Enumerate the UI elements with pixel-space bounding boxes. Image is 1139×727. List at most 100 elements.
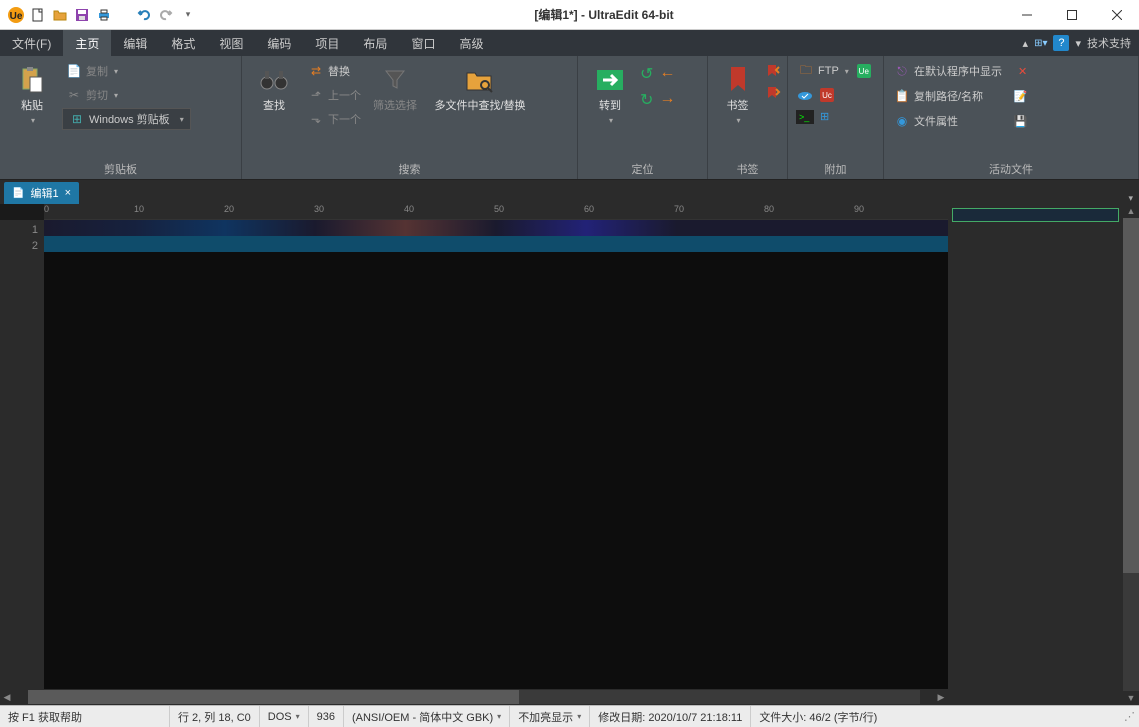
menu-tab-advanced[interactable]: 高级 bbox=[447, 30, 495, 56]
replace-icon: ⇄ bbox=[308, 63, 324, 79]
editor-main: 0102030405060708090 1 2 ◀ ▶ bbox=[0, 204, 948, 705]
new-file-icon[interactable] bbox=[28, 5, 48, 25]
open-in-default-button[interactable]: ⎋ 在默认程序中显示 ✕ bbox=[890, 60, 1031, 82]
terminal-icon[interactable]: >_ bbox=[796, 110, 814, 124]
funnel-icon bbox=[379, 64, 411, 96]
status-bar: 按 F1 获取帮助 行 2, 列 18, C0 DOS▾ 936 (ANSI/O… bbox=[0, 705, 1139, 727]
qat-dropdown-icon[interactable]: ▾ bbox=[178, 5, 198, 25]
ruler: 0102030405060708090 bbox=[44, 204, 948, 220]
help-icon[interactable]: ? bbox=[1053, 35, 1069, 51]
help-dropdown-icon[interactable]: ▾ bbox=[1075, 37, 1081, 50]
ribbon-group-goto: 转到 ▾ ↺ ← ↻ → 定位 bbox=[578, 56, 708, 179]
menu-tab-file[interactable]: 文件(F) bbox=[0, 30, 63, 56]
status-filesize: 文件大小: 46/2 (字节/行) bbox=[751, 706, 1120, 727]
external-app-icon: ⎋ bbox=[894, 63, 910, 79]
svg-text:>_: >_ bbox=[799, 112, 810, 122]
uc-icon[interactable]: Uc bbox=[820, 88, 834, 102]
status-codepage[interactable]: 936 bbox=[309, 706, 344, 727]
title-bar: Ue ▾ [编辑1*] - UltraEdit 64-bit bbox=[0, 0, 1139, 30]
windows-icon: ⊞ bbox=[69, 111, 85, 127]
windows-clipboard-button[interactable]: ⊞ Windows 剪贴板 ▾ bbox=[62, 108, 191, 130]
replace-button[interactable]: ⇄ 替换 bbox=[304, 60, 365, 82]
nav-back-orange-icon[interactable]: ← bbox=[659, 64, 675, 84]
document-tab[interactable]: 📄 编辑1 × bbox=[4, 182, 79, 204]
minimize-button[interactable] bbox=[1004, 0, 1049, 29]
menu-tab-encoding[interactable]: 编码 bbox=[255, 30, 303, 56]
menu-tab-project[interactable]: 项目 bbox=[303, 30, 351, 56]
find-button[interactable]: 查找 bbox=[248, 60, 300, 116]
copy-path-icon: 📋 bbox=[894, 88, 910, 104]
open-file-icon[interactable] bbox=[50, 5, 70, 25]
minimap[interactable] bbox=[948, 204, 1123, 705]
ribbon-group-clipboard: 粘贴 ▾ 📄 复制▾ ✂ 剪切▾ ⊞ Windows 剪贴板 ▾ 剪贴板 bbox=[0, 56, 242, 179]
bookmark-prev-icon[interactable] bbox=[765, 64, 781, 78]
next-icon: ⬎ bbox=[308, 111, 324, 127]
status-lineending[interactable]: DOS▾ bbox=[260, 706, 309, 727]
cut-button[interactable]: ✂ 剪切▾ bbox=[62, 84, 191, 106]
resize-grip-icon[interactable]: ⋰ bbox=[1120, 706, 1139, 727]
cloud-sync-icon[interactable] bbox=[796, 88, 814, 102]
rename-icon[interactable]: 📝 bbox=[1002, 90, 1028, 103]
nav-fwd-orange-icon[interactable]: → bbox=[659, 90, 675, 110]
nav-fwd-green-icon[interactable]: ↻ bbox=[640, 90, 653, 110]
close-file-icon[interactable]: ✕ bbox=[1006, 65, 1027, 78]
scroll-right-icon[interactable]: ▶ bbox=[934, 690, 948, 704]
vertical-scrollbar[interactable]: ▲ ▼ bbox=[1123, 204, 1139, 705]
find-in-files-button[interactable]: 多文件中查找/替换 bbox=[425, 60, 535, 116]
scroll-left-icon[interactable]: ◀ bbox=[0, 690, 14, 704]
close-button[interactable] bbox=[1094, 0, 1139, 29]
find-prev-button[interactable]: ⬏ 上一个 bbox=[304, 84, 365, 106]
status-position[interactable]: 行 2, 列 18, C0 bbox=[170, 706, 260, 727]
menu-tab-home[interactable]: 主页 bbox=[63, 30, 111, 56]
ribbon-group-label: 书签 bbox=[708, 159, 787, 179]
nav-back-green-icon[interactable]: ↺ bbox=[640, 64, 653, 84]
save-icon[interactable] bbox=[72, 5, 92, 25]
menu-tab-window[interactable]: 窗口 bbox=[399, 30, 447, 56]
bookmark-button[interactable]: 书签 ▾ bbox=[714, 60, 761, 129]
scrollbar-track[interactable] bbox=[1123, 218, 1139, 691]
ftp-icon: 🗀 bbox=[798, 63, 814, 79]
perspective-icon[interactable]: ⊞▾ bbox=[1034, 38, 1047, 49]
maximize-button[interactable] bbox=[1049, 0, 1094, 29]
chevron-down-icon: ▾ bbox=[609, 116, 613, 125]
ftp-button[interactable]: 🗀 FTP▾ Ue bbox=[794, 60, 875, 82]
scrollbar-thumb[interactable] bbox=[28, 690, 519, 704]
scrollbar-thumb[interactable] bbox=[1123, 218, 1139, 573]
menu-tab-view[interactable]: 视图 bbox=[207, 30, 255, 56]
status-encoding[interactable]: (ANSI/OEM - 简体中文 GBK)▾ bbox=[344, 706, 510, 727]
print-icon[interactable] bbox=[94, 5, 114, 25]
filter-button[interactable]: 筛选选择 bbox=[369, 60, 421, 116]
menu-tab-layout[interactable]: 布局 bbox=[351, 30, 399, 56]
status-highlight[interactable]: 不加亮显示▾ bbox=[510, 706, 590, 727]
menu-tab-edit[interactable]: 编辑 bbox=[111, 30, 159, 56]
file-properties-button[interactable]: ◉ 文件属性 💾 bbox=[890, 110, 1031, 132]
attach-more-icon[interactable]: ⊞ bbox=[820, 110, 829, 124]
ruler-tick: 30 bbox=[314, 204, 324, 214]
copy-button[interactable]: 📄 复制▾ bbox=[62, 60, 191, 82]
tab-overflow-icon[interactable]: ▾ bbox=[1128, 193, 1139, 204]
ribbon-group-search: 查找 ⇄ 替换 ⬏ 上一个 ⬎ 下一个 筛 bbox=[242, 56, 578, 179]
support-link[interactable]: 技术支持 bbox=[1087, 35, 1131, 51]
ruler-tick: 90 bbox=[854, 204, 864, 214]
ribbon-group-label: 定位 bbox=[578, 159, 707, 179]
save-as-icon[interactable]: 💾 bbox=[1002, 115, 1028, 128]
scrollbar-track[interactable] bbox=[28, 690, 920, 704]
copy-path-button[interactable]: 📋 复制路径/名称 📝 bbox=[890, 85, 1031, 107]
find-next-button[interactable]: ⬎ 下一个 bbox=[304, 108, 365, 130]
file-icon: 📄 bbox=[12, 188, 24, 199]
undo-icon[interactable] bbox=[134, 5, 154, 25]
redo-icon[interactable] bbox=[156, 5, 176, 25]
code-area[interactable] bbox=[44, 220, 948, 689]
scroll-up-icon[interactable]: ▲ bbox=[1123, 204, 1139, 218]
scroll-down-icon[interactable]: ▼ bbox=[1123, 691, 1139, 705]
paste-button[interactable]: 粘贴 ▾ bbox=[6, 60, 58, 129]
line-number-gutter: 1 2 bbox=[0, 220, 44, 689]
goto-button[interactable]: 转到 ▾ bbox=[584, 60, 636, 129]
bookmark-next-icon[interactable] bbox=[765, 86, 781, 100]
minimap-viewport[interactable] bbox=[952, 208, 1119, 222]
ribbon-collapse-icon[interactable]: ▴ bbox=[1023, 37, 1029, 50]
menu-tab-format[interactable]: 格式 bbox=[159, 30, 207, 56]
ruler-tick: 50 bbox=[494, 204, 504, 214]
horizontal-scrollbar[interactable]: ◀ ▶ bbox=[0, 689, 948, 705]
close-tab-icon[interactable]: × bbox=[65, 187, 71, 199]
